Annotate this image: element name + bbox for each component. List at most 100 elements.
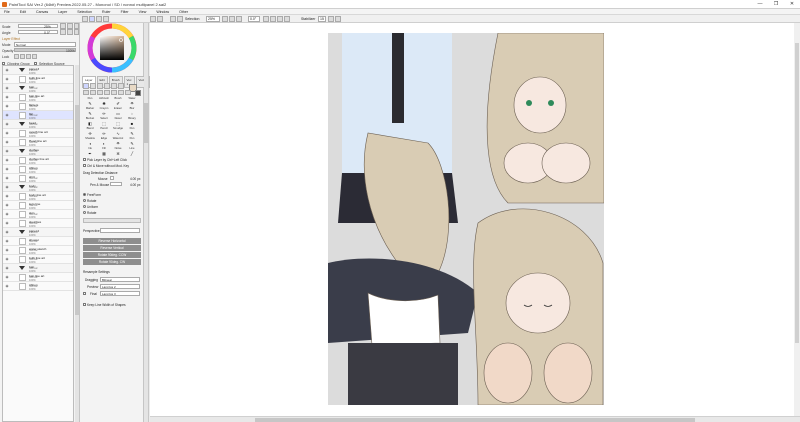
menu-ruler[interactable]: Ruler [102, 10, 111, 14]
visibility-eye-icon[interactable]: ◉ [4, 148, 10, 155]
tool-button[interactable]: Desel ⬚ [111, 117, 125, 127]
visibility-eye-icon[interactable]: ◉ [4, 283, 10, 290]
selection-tool-button[interactable] [90, 83, 96, 89]
rotate-reset-button[interactable] [277, 16, 283, 22]
layer-row[interactable]: ◉ bulb line art Normal 100% [3, 75, 73, 84]
canvas-vertical-scrollbar[interactable] [794, 23, 800, 416]
zoom-reset-button[interactable] [236, 16, 242, 22]
tool-button[interactable]: Eraser ▭ [111, 107, 125, 117]
rotate-button[interactable] [103, 16, 109, 22]
visibility-eye-icon[interactable]: ◉ [4, 265, 10, 272]
visibility-eye-icon[interactable]: ◉ [4, 112, 10, 119]
canvas-horizontal-scrollbar[interactable] [150, 416, 800, 422]
tool-button[interactable]: Marker ✎ [83, 107, 97, 117]
mouse-slider[interactable] [110, 176, 114, 180]
zoom-minus-button[interactable] [222, 16, 228, 22]
angle-reset-button[interactable] [74, 29, 79, 35]
perspective-select[interactable] [100, 228, 140, 233]
menu-canvas[interactable]: Canvas [36, 10, 48, 14]
layer-scrollbar[interactable] [75, 65, 79, 422]
layer-effect-label[interactable]: Layer Effect [2, 37, 20, 41]
tool-button[interactable]: Edge ◐ [97, 137, 111, 147]
layer-row[interactable]: ◉ legs line Normal 100% [3, 201, 73, 210]
rotate-cw-button[interactable]: Rotate 90deg. CW [83, 259, 141, 265]
visibility-eye-icon[interactable]: ◉ [4, 121, 10, 128]
reverse-vertical-button[interactable]: Reverse Vertical [83, 245, 141, 251]
tool-button[interactable]: Blend ✢ [83, 127, 97, 137]
transform-tool-button[interactable] [125, 90, 131, 95]
visibility-eye-icon[interactable]: ◉ [4, 85, 10, 92]
invert-selection-button[interactable] [177, 16, 183, 22]
preview-select[interactable]: Lanczos 2 [100, 284, 140, 289]
layer-row[interactable]: ◉ hair line art Normal 100% [3, 93, 73, 102]
selection-tool-button[interactable] [118, 83, 124, 89]
tool-button[interactable]: Select ⬚ [97, 117, 111, 127]
layer-folder[interactable]: ◉ hair Normal 100% [3, 264, 73, 273]
lock-move-button[interactable] [20, 54, 25, 59]
artwork-canvas[interactable] [328, 33, 604, 405]
tool-button[interactable]: Airbrush ✺ [97, 97, 111, 107]
menu-view[interactable]: View [139, 10, 147, 14]
tool-button[interactable]: Smudge ∿ [111, 127, 125, 137]
uniform-radio[interactable] [83, 205, 86, 208]
visibility-eye-icon[interactable]: ◉ [4, 76, 10, 83]
ctrl-move-checkbox[interactable] [83, 164, 86, 167]
layer-row[interactable]: ◉ ribbon Normal 100% [3, 282, 73, 291]
visibility-eye-icon[interactable]: ◉ [4, 256, 10, 263]
canvas-hscroll-thumb[interactable] [255, 418, 695, 422]
color-wheel[interactable] [80, 23, 144, 75]
layer-row[interactable]: ◉ skin Normal 100% [3, 210, 73, 219]
rotate-ccw-button[interactable]: Rotate 90deg. CCW [83, 252, 141, 258]
tool-button[interactable]: Noise ✲ [111, 147, 125, 157]
layer-row[interactable]: ◉ flat Normal 100% [3, 111, 73, 120]
flip-horizontal-button[interactable] [284, 16, 290, 22]
lock-all-button[interactable] [32, 54, 37, 59]
visibility-eye-icon[interactable]: ◉ [4, 184, 10, 191]
deselect-button[interactable] [170, 16, 176, 22]
lock-pixels-button[interactable] [14, 54, 19, 59]
folder-expand-icon[interactable] [19, 122, 25, 126]
transform-tool-button[interactable] [118, 90, 124, 95]
stabilizer-dropdown[interactable] [328, 16, 334, 22]
visibility-eye-icon[interactable]: ◉ [4, 67, 10, 74]
visibility-eye-icon[interactable]: ◉ [4, 238, 10, 245]
layer-row[interactable]: ◉ shower Normal 100% [3, 237, 73, 246]
folder-expand-icon[interactable] [19, 86, 25, 90]
dragging-select[interactable]: Bilinear [100, 277, 140, 282]
layer-row[interactable]: ◉ body line art Normal 100% [3, 192, 73, 201]
visibility-eye-icon[interactable]: ◉ [4, 193, 10, 200]
visibility-eye-icon[interactable]: ◉ [4, 175, 10, 182]
keep-line-checkbox[interactable] [83, 303, 86, 306]
visibility-eye-icon[interactable]: ◉ [4, 103, 10, 110]
zoom-field[interactable]: 25% [206, 16, 220, 22]
zoom-in-button[interactable] [96, 16, 102, 22]
visibility-eye-icon[interactable]: ◉ [4, 220, 10, 227]
layer-row[interactable]: ◉ Head line art Normal 100% [3, 138, 73, 147]
tool-button[interactable]: Pen ✎ [83, 97, 97, 107]
tool-button[interactable]: Shadow ◑ [83, 137, 97, 147]
layer-folder[interactable]: ◉ body Normal 100% [3, 183, 73, 192]
layer-row[interactable]: ◉ sketches Normal 100% [3, 219, 73, 228]
zoom-plus-button[interactable] [229, 16, 235, 22]
tool-button[interactable]: Pen ✎ [125, 137, 139, 147]
selection-tool-button[interactable] [97, 83, 103, 89]
menu-window[interactable]: Window [156, 10, 169, 14]
rotate-radio[interactable] [83, 199, 86, 202]
selection-tool-button[interactable] [104, 83, 110, 89]
layer-scrollbar-thumb[interactable] [75, 105, 79, 315]
secondary-color-swatch[interactable] [135, 90, 141, 96]
layer-folder[interactable]: ◉ head Normal 100% [3, 120, 73, 129]
layer-folder[interactable]: ◉ clothes Normal 100% [3, 147, 73, 156]
selection-tool-button[interactable] [83, 83, 89, 89]
hand-tool-button[interactable] [89, 16, 95, 22]
tool-button[interactable]: Blur ◌ [125, 107, 139, 117]
layer-row[interactable]: ◉ shirt Normal 100% [3, 174, 73, 183]
visibility-eye-icon[interactable]: ◉ [4, 130, 10, 137]
visibility-eye-icon[interactable]: ◉ [4, 157, 10, 164]
layer-row[interactable]: ◉ flatters Normal 100% [3, 102, 73, 111]
pen-slider[interactable] [110, 182, 122, 186]
folder-expand-icon[interactable] [19, 266, 25, 270]
layer-row[interactable]: ◉ mouth line art Normal 100% [3, 129, 73, 138]
freeform-radio[interactable] [83, 193, 86, 196]
layer-folder[interactable]: ◉ panel 2 Pass-th 100% [3, 228, 73, 237]
